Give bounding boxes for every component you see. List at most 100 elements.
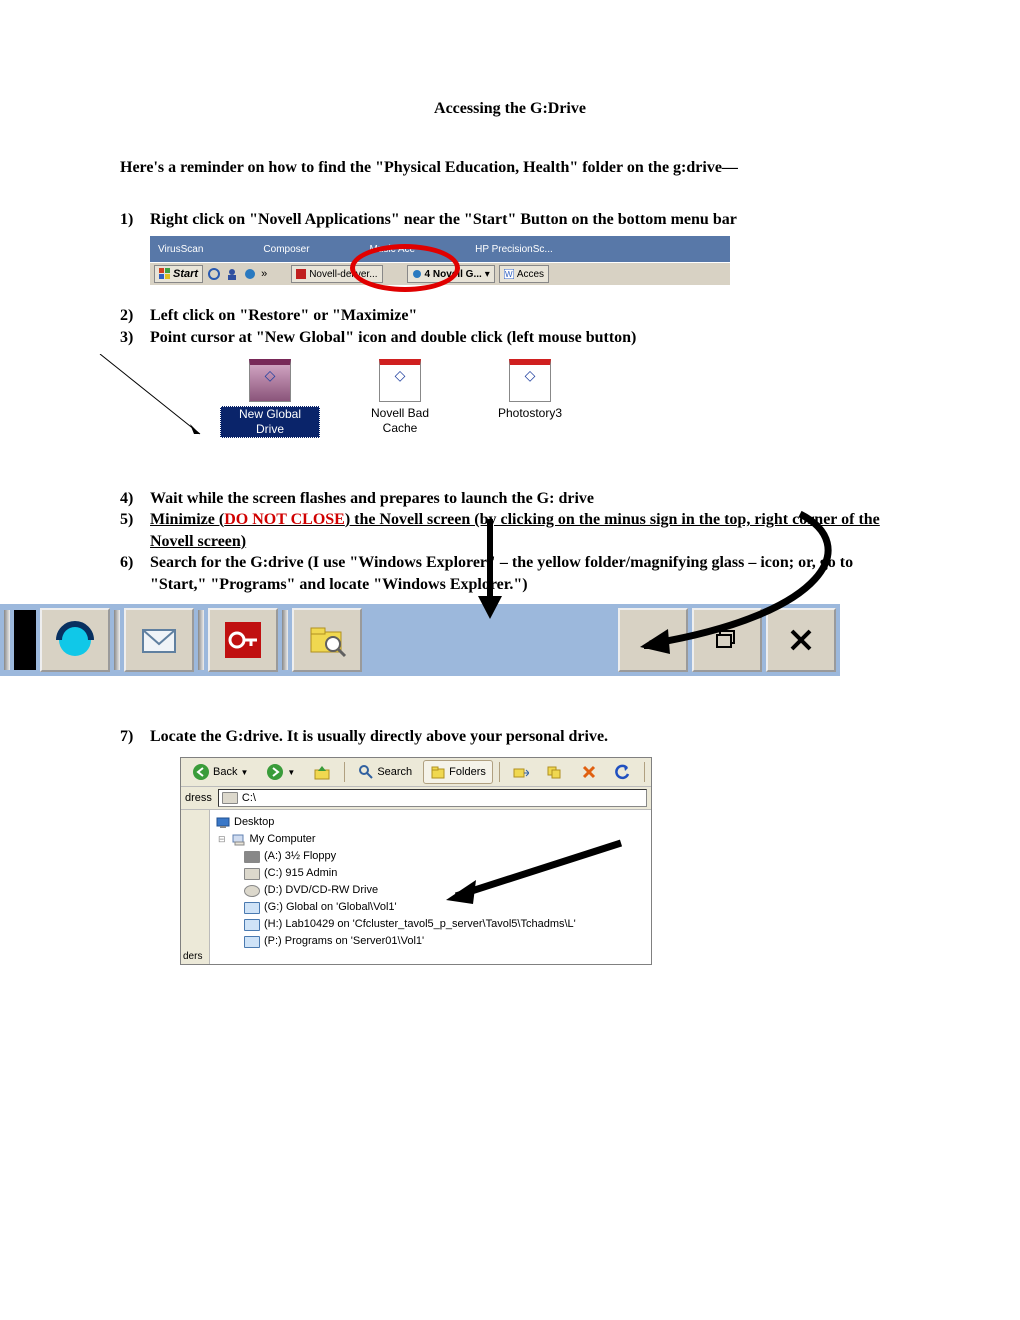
page-title: Accessing the G:Drive bbox=[120, 100, 900, 118]
folders-button[interactable]: Folders bbox=[423, 760, 493, 784]
tree-drive-a[interactable]: (A:) 3½ Floppy bbox=[216, 848, 645, 865]
tree-drive-d[interactable]: (D:) DVD/CD-RW Drive bbox=[216, 882, 645, 899]
app-box-icon bbox=[249, 359, 291, 402]
quicklaunch-ie[interactable] bbox=[40, 608, 110, 672]
drive-icon bbox=[244, 868, 260, 880]
task-novell-deliver[interactable]: Novell-deliver... bbox=[291, 265, 382, 283]
address-bar: dress C:\ bbox=[181, 787, 651, 810]
quicklaunch-key[interactable] bbox=[208, 608, 278, 672]
cd-drive-icon bbox=[244, 885, 260, 897]
address-field[interactable]: C:\ bbox=[218, 789, 647, 807]
copy-to-button[interactable] bbox=[540, 760, 570, 784]
globe-small-icon bbox=[412, 269, 422, 279]
tree-drive-h[interactable]: (H:) Lab10429 on 'Cfcluster_tavol5_p_ser… bbox=[216, 916, 645, 933]
search-icon bbox=[358, 764, 374, 780]
key-icon bbox=[221, 618, 265, 662]
tree-drive-g[interactable]: (G:) Global on 'Global\Vol1' bbox=[216, 899, 645, 916]
explorer-toolbar: Back ▼ ▼ Search Folders bbox=[181, 758, 651, 787]
computer-icon bbox=[232, 834, 246, 846]
icon-photostory3[interactable]: Photostory3 bbox=[480, 359, 580, 421]
icon-label: Novell Bad Cache bbox=[350, 406, 450, 436]
folders-icon bbox=[430, 764, 446, 780]
separator bbox=[282, 610, 288, 670]
ie-big-icon bbox=[53, 618, 97, 662]
tray-virusscan: VirusScan bbox=[158, 244, 203, 255]
figure-quicklaunch bbox=[0, 604, 840, 676]
person-icon[interactable] bbox=[225, 267, 239, 281]
desktop-icon bbox=[216, 817, 230, 829]
tree-label: (A:) 3½ Floppy bbox=[264, 848, 336, 865]
drive-icon bbox=[222, 792, 238, 804]
separator bbox=[198, 610, 204, 670]
window-close-button[interactable] bbox=[766, 608, 836, 672]
step-3: Point cursor at "New Global" icon and do… bbox=[120, 327, 900, 349]
search-label: Search bbox=[377, 766, 412, 778]
window-restore-button[interactable] bbox=[692, 608, 762, 672]
start-button[interactable]: Start bbox=[154, 265, 203, 283]
back-label: Back bbox=[213, 766, 237, 778]
up-button[interactable] bbox=[306, 760, 338, 784]
figure-taskbar: VirusScan Composer Music Ace HP Precisio… bbox=[150, 236, 730, 285]
tree-label: (C:) 915 Admin bbox=[264, 865, 337, 882]
restore-icon bbox=[712, 625, 742, 655]
tree-label: (D:) DVD/CD-RW Drive bbox=[264, 882, 378, 899]
word-icon: W bbox=[504, 269, 514, 279]
divider bbox=[499, 762, 500, 782]
step-5: Minimize (DO NOT CLOSE) the Novell scree… bbox=[120, 509, 900, 552]
step-5-warning: DO NOT CLOSE bbox=[224, 511, 345, 528]
forward-arrow-icon bbox=[266, 763, 284, 781]
app-icon bbox=[296, 269, 306, 279]
taskbar-bottom-row: Start » Novell-deliver... 4 Novell G... … bbox=[150, 262, 730, 285]
overflow-chevron[interactable]: » bbox=[261, 268, 267, 280]
quicklaunch-mail[interactable] bbox=[124, 608, 194, 672]
divider bbox=[344, 762, 345, 782]
back-button[interactable]: Back ▼ bbox=[185, 760, 255, 784]
arrow-icon bbox=[90, 354, 220, 454]
quicklaunch-explorer[interactable] bbox=[292, 608, 362, 672]
separator bbox=[114, 610, 120, 670]
dropdown-icon: ▾ bbox=[485, 269, 490, 280]
address-label: dress bbox=[185, 792, 212, 804]
icon-label: New Global Drive bbox=[220, 406, 320, 438]
folder-tree[interactable]: Desktop ⊟ My Computer (A:) 3½ Floppy (C:… bbox=[210, 810, 651, 964]
move-to-button[interactable] bbox=[506, 760, 536, 784]
window-minimize-button[interactable] bbox=[618, 608, 688, 672]
network-drive-icon bbox=[244, 902, 260, 914]
step-6: Search for the G:drive (I use "Windows E… bbox=[120, 552, 900, 595]
figure-desktop-icons: New Global Drive Novell Bad Cache Photos… bbox=[90, 359, 900, 438]
network-drive-icon bbox=[244, 936, 260, 948]
back-arrow-icon bbox=[192, 763, 210, 781]
address-value: C:\ bbox=[242, 792, 256, 804]
tree-label: (H:) Lab10429 on 'Cfcluster_tavol5_p_ser… bbox=[264, 916, 576, 933]
icon-label: Photostory3 bbox=[496, 406, 564, 421]
folders-label: Folders bbox=[449, 766, 486, 778]
ie-icon[interactable] bbox=[207, 267, 221, 281]
step-4: Wait while the screen flashes and prepar… bbox=[120, 488, 900, 510]
folders-pane-tab: ders bbox=[181, 810, 210, 964]
tree-drive-p[interactable]: (P:) Programs on 'Server01\Vol1' bbox=[216, 933, 645, 950]
move-icon bbox=[513, 764, 529, 780]
search-button[interactable]: Search bbox=[351, 760, 419, 784]
windows-logo-icon bbox=[159, 268, 171, 280]
delete-button[interactable] bbox=[574, 760, 604, 784]
undo-button[interactable] bbox=[608, 760, 638, 784]
task-access[interactable]: W Acces bbox=[499, 265, 549, 283]
task-label: Novell-deliver... bbox=[309, 269, 377, 280]
tray-hp: HP PrecisionSc... bbox=[475, 244, 553, 255]
mail-icon bbox=[137, 618, 181, 662]
divider bbox=[644, 762, 645, 782]
forward-button[interactable]: ▼ bbox=[259, 760, 302, 784]
tree-desktop[interactable]: Desktop bbox=[216, 814, 645, 831]
tree-mycomputer[interactable]: ⊟ My Computer bbox=[216, 831, 645, 848]
undo-icon bbox=[615, 764, 631, 780]
tray-composer: Composer bbox=[263, 244, 309, 255]
icon-new-global-drive[interactable]: New Global Drive bbox=[220, 359, 320, 438]
globe-icon[interactable] bbox=[243, 267, 257, 281]
task-novell-g[interactable]: 4 Novell G... ▾ bbox=[407, 265, 495, 283]
black-strip bbox=[14, 610, 36, 670]
icon-novell-bad-cache[interactable]: Novell Bad Cache bbox=[350, 359, 450, 436]
tree-drive-c[interactable]: (C:) 915 Admin bbox=[216, 865, 645, 882]
floppy-icon bbox=[244, 851, 260, 863]
task-label: Acces bbox=[517, 269, 544, 280]
dropdown-icon: ▼ bbox=[240, 768, 248, 777]
